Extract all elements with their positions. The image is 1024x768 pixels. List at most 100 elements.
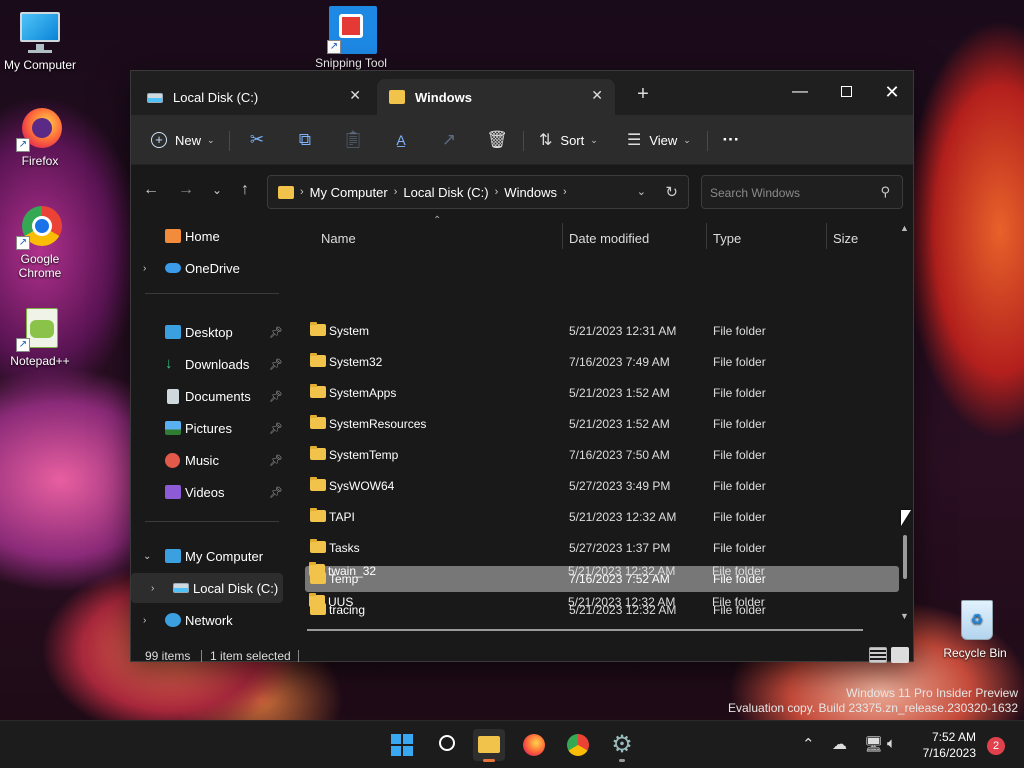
scroll-up-arrow-icon[interactable]: ▲: [900, 223, 909, 233]
view-button[interactable]: ☰ View ⌄: [627, 125, 691, 155]
table-row[interactable]: SysWOW64 5/27/2023 3:49 PM File folder: [305, 473, 899, 499]
firefox-taskbar-button[interactable]: [518, 729, 550, 761]
column-header-date-modified[interactable]: Date modified: [569, 231, 649, 246]
recent-locations-button[interactable]: ⌄: [205, 183, 229, 197]
nav-pictures[interactable]: Pictures 📌︎: [131, 413, 283, 443]
table-row[interactable]: SystemTemp 7/16/2023 7:50 AM File folder: [305, 442, 899, 468]
column-divider: [706, 223, 707, 249]
details-view-button[interactable]: [869, 647, 887, 663]
pin-icon[interactable]: 📌︎: [269, 358, 283, 371]
desktop-icon-label: Google Chrome: [18, 252, 62, 280]
nav-my-computer[interactable]: ⌄ My Computer: [131, 541, 283, 571]
nav-videos[interactable]: Videos 📌︎: [131, 477, 283, 507]
close-tab-icon[interactable]: ✕: [591, 87, 603, 104]
cloud-icon: [165, 263, 181, 273]
breadcrumb-my-computer[interactable]: My Computer: [310, 185, 388, 200]
copy-icon[interactable]: ⧉: [289, 125, 321, 155]
nav-local-disk[interactable]: › Local Disk (C:): [131, 573, 283, 603]
share-icon[interactable]: ↗: [433, 125, 465, 155]
desktop-icon-my-computer[interactable]: My Computer: [0, 8, 80, 72]
back-button[interactable]: ←: [139, 181, 163, 199]
folder-icon: [310, 415, 326, 429]
address-history-dropdown-icon[interactable]: ⌄: [637, 185, 646, 198]
nav-label: Local Disk (C:): [193, 580, 279, 596]
volume-icon[interactable]: 🔈︎: [887, 735, 896, 752]
collapse-chevron-icon[interactable]: ⌄: [143, 551, 151, 562]
forward-button[interactable]: →: [174, 181, 198, 199]
tab-local-disk[interactable]: Local Disk (C:) ✕: [135, 79, 373, 115]
show-hidden-icons-button[interactable]: ⌃: [802, 735, 815, 753]
expand-chevron-icon[interactable]: ›: [151, 583, 154, 594]
nav-downloads[interactable]: ↓ Downloads 📌︎: [131, 349, 283, 379]
desktop-icon-snipping-tool[interactable]: ↗ Snipping Tool: [311, 6, 391, 70]
file-date: 5/21/2023 1:52 AM: [569, 417, 670, 431]
pin-icon[interactable]: 📌︎: [269, 486, 283, 499]
expand-chevron-icon[interactable]: ›: [143, 263, 146, 274]
nav-home[interactable]: Home: [131, 221, 283, 251]
toolbar-divider: [523, 131, 524, 151]
desktop-icon-recycle-bin[interactable]: ♻ Recycle Bin: [935, 596, 1015, 660]
nav-music[interactable]: Music 📌︎: [131, 445, 283, 475]
rename-icon[interactable]: A̲: [385, 125, 417, 155]
breadcrumb-local-disk[interactable]: Local Disk (C:): [403, 185, 488, 200]
chrome-taskbar-button[interactable]: [562, 729, 594, 761]
more-options-icon[interactable]: ···: [715, 125, 747, 155]
onedrive-offline-icon[interactable]: ☁: [832, 735, 847, 753]
notification-badge[interactable]: 2: [987, 737, 1005, 755]
minimize-button[interactable]: —: [777, 77, 823, 107]
pin-icon[interactable]: 📌︎: [269, 422, 283, 435]
drive-icon: [173, 583, 189, 593]
sort-button[interactable]: ⇅ Sort ⌄: [539, 125, 598, 155]
nav-documents[interactable]: Documents 📌︎: [131, 381, 283, 411]
table-row[interactable]: SystemResources 5/21/2023 1:52 AM File f…: [305, 411, 899, 437]
tab-windows[interactable]: Windows ✕: [377, 79, 615, 115]
desktop-icon-google-chrome[interactable]: ↗ Google Chrome: [0, 202, 80, 280]
nav-onedrive[interactable]: › OneDrive: [131, 253, 283, 283]
column-header-size[interactable]: Size: [833, 231, 858, 246]
table-row[interactable]: tracing 5/21/2023 12:32 AM File folder: [305, 597, 899, 623]
horizontal-scrollbar-thumb[interactable]: [307, 629, 863, 631]
close-tab-icon[interactable]: ✕: [349, 87, 361, 104]
vertical-scrollbar-thumb[interactable]: [903, 535, 907, 579]
address-bar[interactable]: › My Computer › Local Disk (C:) › Window…: [267, 175, 689, 209]
new-tab-button[interactable]: +: [629, 83, 657, 106]
desktop-icon-label: Firefox: [21, 154, 59, 168]
table-row[interactable]: TAPI 5/21/2023 12:32 AM File folder: [305, 504, 899, 530]
desktop-icon-notepad-plus-plus[interactable]: ↗ Notepad++: [0, 304, 80, 368]
up-button[interactable]: ↑: [233, 181, 257, 199]
folder-icon: [310, 601, 326, 615]
paste-icon[interactable]: 📋︎: [337, 125, 369, 155]
cut-icon[interactable]: ✂: [241, 125, 273, 155]
file-explorer-taskbar-button[interactable]: [473, 729, 505, 762]
table-row[interactable]: SystemApps 5/21/2023 1:52 AM File folder: [305, 380, 899, 406]
pin-icon[interactable]: 📌︎: [269, 454, 283, 467]
pin-icon[interactable]: 📌︎: [269, 326, 283, 339]
column-header-type[interactable]: Type: [713, 231, 741, 246]
nav-desktop[interactable]: Desktop 📌︎: [131, 317, 283, 347]
tiles-view-button[interactable]: [891, 647, 909, 663]
close-window-button[interactable]: ✕: [869, 77, 915, 107]
table-row-selected[interactable]: Temp 7/16/2023 7:52 AM File folder: [305, 566, 899, 592]
desktop-icon-firefox[interactable]: ↗ Firefox: [0, 104, 80, 168]
table-row[interactable]: System 5/21/2023 12:31 AM File folder: [305, 318, 899, 344]
scroll-down-arrow-icon[interactable]: ▼: [900, 611, 909, 621]
file-date: 5/27/2023 3:49 PM: [569, 479, 671, 493]
table-row[interactable]: System32 7/16/2023 7:49 AM File folder: [305, 349, 899, 375]
search-taskbar-button[interactable]: [431, 729, 463, 761]
maximize-button[interactable]: [823, 77, 869, 107]
settings-taskbar-button[interactable]: ⚙: [606, 729, 638, 762]
nav-network[interactable]: › Network: [131, 605, 283, 635]
start-button[interactable]: [386, 729, 418, 761]
delete-icon[interactable]: 🗑︎: [481, 125, 513, 155]
taskbar-clock[interactable]: 7:52 AM 7/16/2023: [906, 729, 976, 761]
network-icon[interactable]: 🖥︎: [864, 735, 883, 753]
search-box[interactable]: Search Windows ⚲: [701, 175, 903, 209]
nav-label: Desktop: [185, 324, 233, 340]
table-row[interactable]: Tasks 5/27/2023 1:37 PM File folder: [305, 535, 899, 561]
column-header-name[interactable]: Name: [321, 231, 356, 246]
expand-chevron-icon[interactable]: ›: [143, 615, 146, 626]
breadcrumb-windows[interactable]: Windows: [504, 185, 557, 200]
refresh-icon[interactable]: ↻: [665, 183, 678, 201]
pin-icon[interactable]: 📌︎: [269, 390, 283, 403]
new-button[interactable]: + New ⌄: [151, 125, 215, 155]
